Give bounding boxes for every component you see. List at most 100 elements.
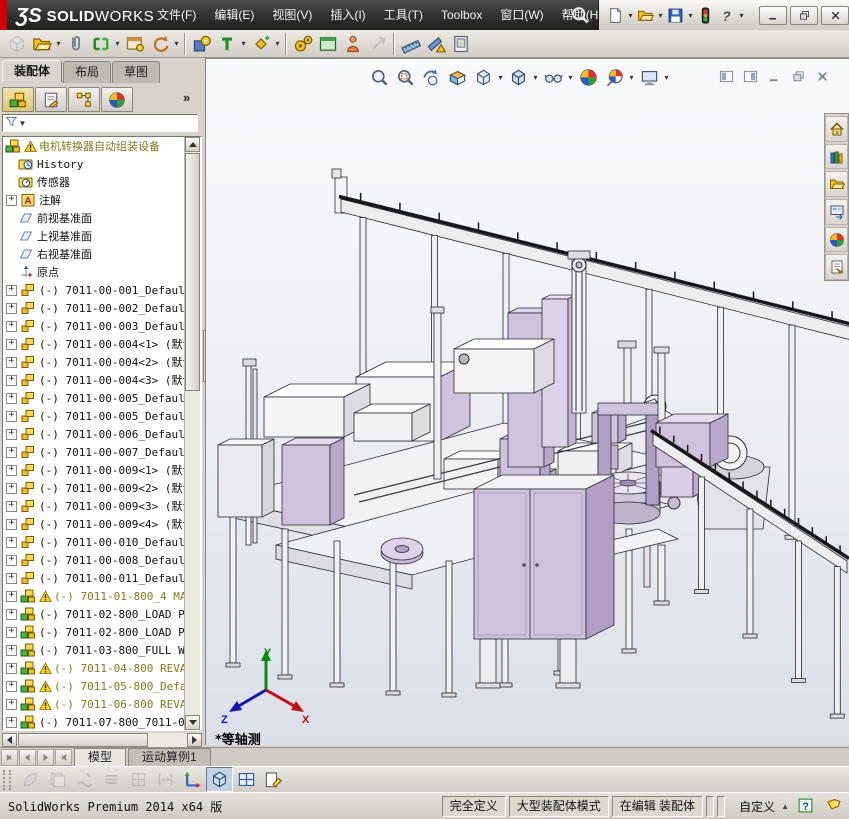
viewport-layout-button[interactable] xyxy=(233,767,260,792)
tree-expander[interactable]: + xyxy=(6,465,17,476)
scroll-right-button[interactable] xyxy=(187,733,202,747)
pane-tab-featuremanager-tree[interactable] xyxy=(2,87,34,112)
custom-properties-button[interactable] xyxy=(825,254,848,280)
command-tab-装配体[interactable]: 装配体 xyxy=(2,60,62,82)
menu-file[interactable]: 文件(F) xyxy=(148,0,205,30)
model-3d-view[interactable] xyxy=(206,59,849,745)
tree-vertical-scrollbar[interactable] xyxy=(184,137,200,730)
reference-triad-button[interactable] xyxy=(179,767,206,792)
tree-expander[interactable]: + xyxy=(6,321,17,332)
toolbar-grip[interactable] xyxy=(3,770,11,790)
pane-tab-displaymanager[interactable] xyxy=(101,87,133,112)
tree-item[interactable]: +(-) 7011-06-800 REVA xyxy=(3,695,201,713)
view-orientation-dropdown-caret[interactable]: ▾ xyxy=(496,73,505,82)
menu-insert[interactable]: 插入(I) xyxy=(321,0,374,30)
tree-item[interactable]: +(-) 7011-00-009<3> (默认 xyxy=(3,497,201,515)
hide-show-items-button[interactable] xyxy=(540,66,566,89)
restore-window-button[interactable] xyxy=(790,6,818,25)
tree-item[interactable]: +A注解 xyxy=(3,191,201,209)
help-dropdown-caret[interactable]: ▾ xyxy=(737,11,746,20)
assembly-features-button[interactable] xyxy=(189,31,214,56)
new-document-dropdown-caret[interactable]: ▾ xyxy=(626,11,635,20)
open-part-button[interactable] xyxy=(29,31,54,56)
tree-expander[interactable]: + xyxy=(6,699,17,710)
nav-next-button[interactable] xyxy=(37,749,54,766)
view-orientation-button[interactable] xyxy=(470,66,496,89)
view-palette-button[interactable] xyxy=(825,199,848,225)
tree-expander[interactable]: + xyxy=(6,411,17,422)
tree-expander[interactable]: + xyxy=(6,663,17,674)
tree-expander[interactable]: + xyxy=(6,681,17,692)
tree-expander[interactable]: + xyxy=(6,195,17,206)
smart-fasteners-dropdown-caret[interactable]: ▾ xyxy=(273,39,282,48)
tree-expander[interactable]: + xyxy=(6,393,17,404)
tree-item[interactable]: +(-) 7011-05-800_Defa xyxy=(3,677,201,695)
tree-item[interactable]: +(-) 7011-00-005_Default xyxy=(3,389,201,407)
document-tab-模型[interactable]: 模型 xyxy=(74,748,126,767)
tree-item[interactable]: +(-) 7011-00-009<2> (默认 xyxy=(3,479,201,497)
document-tab-运动算例1[interactable]: 运动算例1 xyxy=(128,748,211,767)
tree-item[interactable]: +(-) 7011-00-003_Default xyxy=(3,317,201,335)
tree-item[interactable]: +(-) 7011-00-006_Default xyxy=(3,425,201,443)
tree-expander[interactable]: + xyxy=(6,285,17,296)
tree-item[interactable]: +(-) 7011-00-001_Default xyxy=(3,281,201,299)
menu-edit[interactable]: 编辑(E) xyxy=(205,0,263,30)
tree-item[interactable]: 传感器 xyxy=(3,173,201,191)
tree-item[interactable]: +(-) 7011-00-004<1> (默认 xyxy=(3,335,201,353)
apply-scene-dropdown-caret[interactable]: ▾ xyxy=(627,73,636,82)
tree-item[interactable]: History xyxy=(3,155,201,173)
display-style-button[interactable] xyxy=(505,66,531,89)
tree-item[interactable]: +(-) 7011-00-008_Default xyxy=(3,551,201,569)
menu-window[interactable]: 窗口(W) xyxy=(491,0,552,30)
tree-item[interactable]: 上视基准面 xyxy=(3,227,201,245)
view-settings-button[interactable] xyxy=(636,66,662,89)
appearances-scenes-button[interactable] xyxy=(825,227,848,253)
zoom-to-area-button[interactable] xyxy=(392,66,418,89)
shaded-with-edges-button[interactable] xyxy=(206,767,233,792)
nav-prev-button[interactable] xyxy=(19,749,36,766)
view-settings-dropdown-caret[interactable]: ▾ xyxy=(662,73,671,82)
tree-item[interactable]: +(-) 7011-00-009<4> (默认 xyxy=(3,515,201,533)
search-icon[interactable] xyxy=(570,5,592,25)
status-custom-label[interactable]: 自定义▲ xyxy=(739,798,789,815)
restore-document-button[interactable] xyxy=(790,69,807,87)
tree-expander[interactable]: + xyxy=(6,357,17,368)
measure-button[interactable] xyxy=(398,31,423,56)
tree-expander[interactable]: + xyxy=(6,447,17,458)
status-help-button[interactable]: ? xyxy=(797,797,817,815)
interference-detection-button[interactable] xyxy=(340,31,365,56)
scroll-thumb[interactable] xyxy=(185,153,200,391)
tree-item[interactable]: +(-) 7011-00-009<1> (默认 xyxy=(3,461,201,479)
save-document-dropdown-caret[interactable]: ▾ xyxy=(686,11,695,20)
scroll-thumb[interactable] xyxy=(18,733,148,747)
tree-horizontal-scrollbar[interactable] xyxy=(2,733,202,747)
tree-item[interactable]: +(-) 7011-03-800_FULL WR xyxy=(3,641,201,659)
smart-fasteners-button[interactable] xyxy=(248,31,273,56)
tree-item[interactable]: 右视基准面 xyxy=(3,245,201,263)
mass-properties-button[interactable] xyxy=(423,31,448,56)
menu-view[interactable]: 视图(V) xyxy=(263,0,321,30)
tree-item[interactable]: +(-) 7011-02-800_LOAD PO xyxy=(3,623,201,641)
filter-dropdown-caret[interactable]: ▼ xyxy=(18,119,27,128)
pane-right-button[interactable] xyxy=(742,69,759,87)
mate-dropdown-caret[interactable]: ▾ xyxy=(113,39,122,48)
menu-toolbox[interactable]: Toolbox xyxy=(432,0,491,30)
tree-item[interactable]: 原点 xyxy=(3,263,201,281)
tree-expander[interactable]: + xyxy=(6,627,17,638)
tree-expander[interactable]: + xyxy=(6,501,17,512)
tree-item[interactable]: 前视基准面 xyxy=(3,209,201,227)
command-tab-草图[interactable]: 草图 xyxy=(112,61,160,83)
tree-expander[interactable]: + xyxy=(6,483,17,494)
tree-expander[interactable]: + xyxy=(6,519,17,530)
close-document-button[interactable] xyxy=(814,69,831,87)
traffic-light-button[interactable] xyxy=(695,5,716,26)
mate-button[interactable] xyxy=(88,31,113,56)
tree-expander[interactable]: + xyxy=(6,717,17,728)
move-component-button[interactable] xyxy=(214,31,239,56)
edit-sketch-button[interactable] xyxy=(260,767,287,792)
command-tab-布局[interactable]: 布局 xyxy=(63,61,111,83)
tree-item[interactable]: +(-) 7011-00-002_Default xyxy=(3,299,201,317)
tree-item[interactable]: 电机转换器自动组装设备 xyxy=(3,137,201,155)
tree-item[interactable]: +(-) 7011-04-800 REVA xyxy=(3,659,201,677)
tree-expander[interactable]: + xyxy=(6,645,17,656)
